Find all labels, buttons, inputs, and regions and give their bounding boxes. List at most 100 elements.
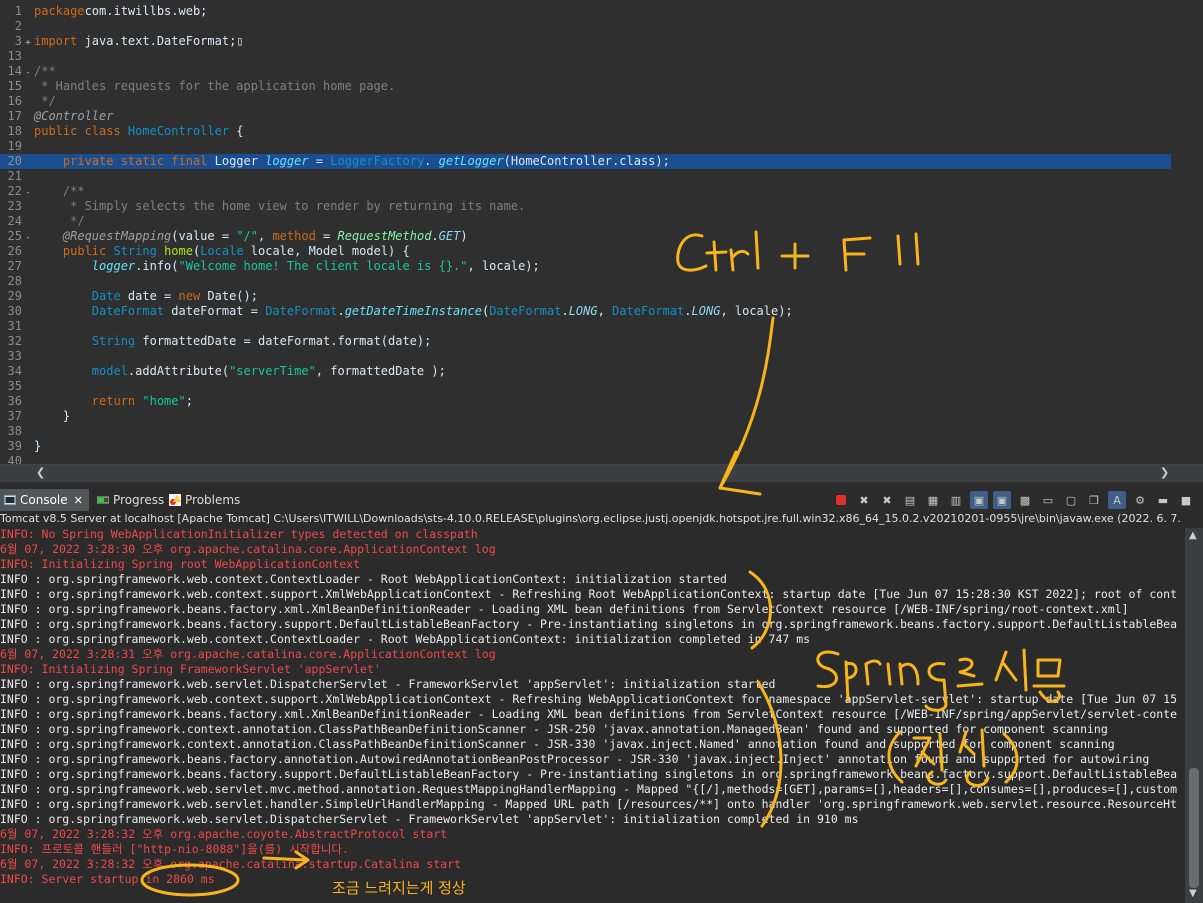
code-line[interactable]: 37 } <box>0 409 1171 424</box>
code-line[interactable]: 24 */ <box>0 214 1171 229</box>
code-line[interactable]: 35 <box>0 379 1171 394</box>
code-editor[interactable]: 1 packagecom.itwillbs.web; 2 3 + import java.… <box>0 0 1203 482</box>
code-line[interactable]: 14-/** <box>0 64 1171 79</box>
console-line: INFO : org.springframework.web.context.s… <box>0 587 1178 601</box>
code-line[interactable]: 22- /** <box>0 184 1171 199</box>
code-token: method <box>272 229 316 243</box>
code-text: logger.info("Welcome home! The client lo… <box>34 259 540 274</box>
code-line[interactable]: 33 <box>0 349 1171 364</box>
code-line[interactable]: 36 return "home"; <box>0 394 1171 409</box>
scroll-down-icon[interactable]: ▼ <box>1189 888 1197 899</box>
code-token: } <box>34 439 42 453</box>
code-line[interactable]: 19 <box>0 139 1171 154</box>
code-line[interactable]: 25- @RequestMapping(value = "/", method … <box>0 229 1171 244</box>
code-text: Date date = new Date(); <box>34 289 258 304</box>
console-line: INFO : org.springframework.beans.factory… <box>0 752 1150 766</box>
code-text: * Simply selects the home view to render… <box>34 199 525 214</box>
clear-console-button[interactable]: ▤ <box>901 491 919 509</box>
code-token: @RequestMapping <box>62 229 172 243</box>
terminate-button[interactable] <box>832 491 850 509</box>
code-line[interactable]: 2 <box>0 19 1171 34</box>
code-token: Logger <box>214 154 266 168</box>
code-token: getDateTimeInstance <box>344 304 482 318</box>
code-token: import <box>34 34 78 48</box>
line-number: 17 <box>7 109 22 123</box>
code-token: LONG <box>568 304 598 318</box>
code-line[interactable]: 23 * Simply selects the home view to ren… <box>0 199 1171 214</box>
code-token: . <box>431 229 439 243</box>
code-line[interactable]: 13 <box>0 49 1171 64</box>
code-line[interactable]: 1 packagecom.itwillbs.web; <box>0 4 1171 19</box>
close-icon[interactable]: ✕ <box>74 494 83 507</box>
code-token: LONG <box>691 304 721 318</box>
line-number: 22 <box>7 184 22 198</box>
code-line[interactable]: 38 <box>0 424 1171 439</box>
code-line[interactable]: 3 + import java.text.DateFormat;▯ <box>0 34 1171 49</box>
code-line[interactable]: 31 <box>0 319 1171 334</box>
code-line[interactable]: 30 DateFormat dateFormat = DateFormat.ge… <box>0 304 1171 319</box>
code-line[interactable]: 29 Date date = new Date(); <box>0 289 1171 304</box>
highlight-button[interactable]: A <box>1108 491 1126 509</box>
code-token: Locale <box>200 244 251 258</box>
maximize-button[interactable]: ■ <box>1177 491 1195 509</box>
show-on-stderr-button[interactable]: ▣ <box>993 491 1011 509</box>
tab-console-label: Console <box>20 493 68 507</box>
code-token: . <box>337 304 345 318</box>
code-token: HomeController <box>127 124 230 138</box>
code-token: /** <box>34 64 56 78</box>
code-line[interactable]: 17 @Controller <box>0 109 1171 124</box>
editor-horizontal-scrollbar[interactable]: ❮ ❯ <box>0 464 1203 482</box>
pin-console-button[interactable]: ▩ <box>1016 491 1034 509</box>
scroll-right-icon[interactable]: ❯ <box>1160 466 1169 479</box>
console-output[interactable]: INFO: No Spring WebApplicationInitialize… <box>0 528 1185 903</box>
code-line[interactable]: 21 <box>0 169 1171 184</box>
display-console-button[interactable]: ▭ <box>1039 491 1057 509</box>
code-line[interactable]: 18 public class HomeController { <box>0 124 1171 139</box>
code-text: DateFormat dateFormat = DateFormat.getDa… <box>34 304 793 319</box>
scroll-left-icon[interactable]: ❮ <box>36 466 45 479</box>
word-wrap-button[interactable]: ▥ <box>947 491 965 509</box>
code-token: ▯ <box>236 34 244 48</box>
console-line: INFO : org.springframework.beans.factory… <box>0 617 1178 631</box>
pin-icon: ▩ <box>1019 493 1031 507</box>
code-line[interactable]: 20 private static final Logger logger = … <box>0 154 1171 169</box>
code-line[interactable]: 34 model.addAttribute("serverTime", form… <box>0 364 1171 379</box>
code-token: . <box>561 304 569 318</box>
console-vertical-scrollbar[interactable]: ▲ ▼ <box>1185 528 1203 903</box>
scrollbar-thumb[interactable] <box>1189 768 1199 888</box>
line-number: 27 <box>7 259 22 273</box>
code-token: .info( <box>135 259 179 273</box>
scroll-lock-button[interactable]: ▦ <box>924 491 942 509</box>
code-line[interactable]: 26 public String home(Locale locale, Mod… <box>0 244 1171 259</box>
code-token: RequestMethod <box>337 229 432 243</box>
line-number: 36 <box>7 394 22 408</box>
console-line: INFO : org.springframework.web.servlet.h… <box>0 797 1178 811</box>
open-console-button[interactable]: ▢ <box>1062 491 1080 509</box>
settings-button[interactable]: ⚙ <box>1131 491 1149 509</box>
code-token: DateFormat <box>612 304 685 318</box>
remove-all-button[interactable]: ✖ <box>878 491 896 509</box>
highlight-icon: A <box>1113 493 1121 507</box>
code-line[interactable]: 27 logger.info("Welcome home! The client… <box>0 259 1171 274</box>
code-line[interactable]: 28 <box>0 274 1171 289</box>
tab-console[interactable]: Console ✕ <box>0 489 89 511</box>
line-number: 3 <box>14 34 22 48</box>
code-token: package <box>34 4 85 18</box>
tab-problems[interactable]: Problems <box>165 489 240 511</box>
copy-button[interactable]: ❐ <box>1085 491 1103 509</box>
code-line[interactable]: 32 String formattedDate = dateFormat.for… <box>0 334 1171 349</box>
show-on-stdout-button[interactable]: ▣ <box>970 491 988 509</box>
console-line: INFO : org.springframework.web.context.s… <box>0 692 1178 706</box>
code-line[interactable]: 16 */ <box>0 94 1171 109</box>
console-line: 6월 07, 2022 3:28:31 오후 org.apache.catali… <box>0 647 496 661</box>
remove-launch-button[interactable]: ✖ <box>855 491 873 509</box>
tab-progress[interactable]: Progress <box>93 489 164 511</box>
scroll-up-icon[interactable]: ▲ <box>1189 530 1197 541</box>
code-line[interactable]: 39} <box>0 439 1171 454</box>
minimize-button[interactable]: ▬ <box>1154 491 1172 509</box>
code-line[interactable]: 15 * Handles requests for the applicatio… <box>0 79 1171 94</box>
code-token: dateFormat = <box>171 304 266 318</box>
